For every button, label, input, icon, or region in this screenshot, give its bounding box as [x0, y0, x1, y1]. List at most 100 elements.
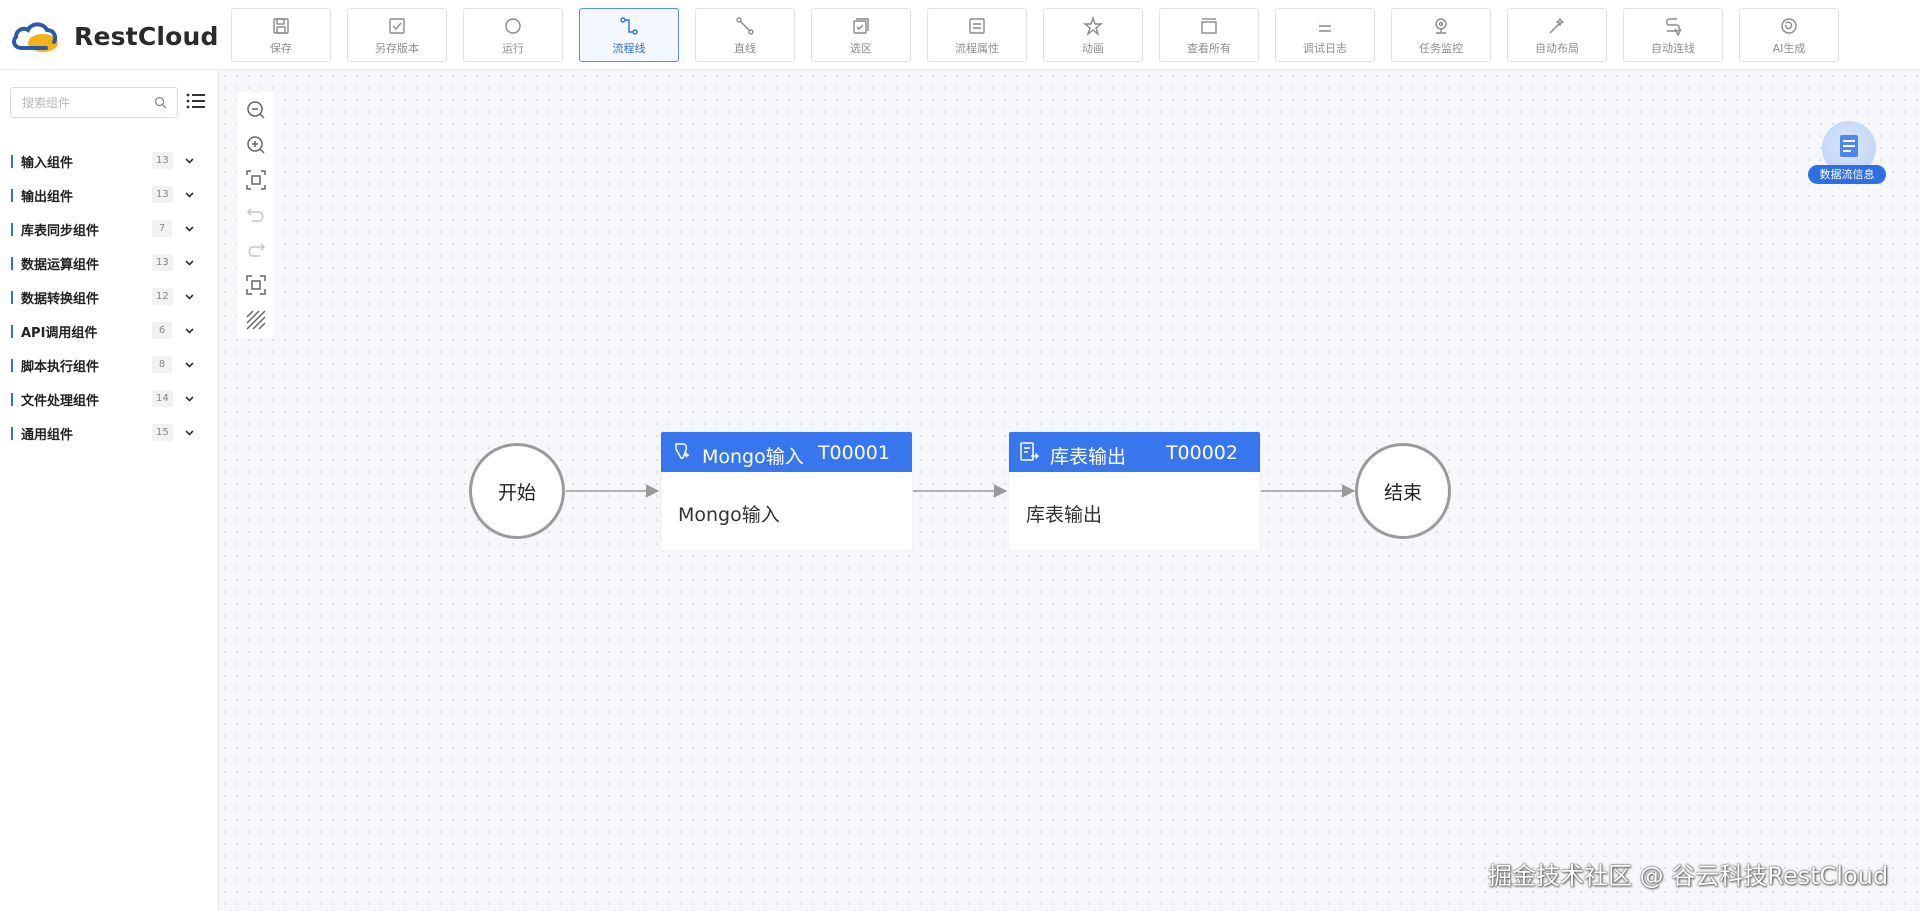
node-code: T00002: [1165, 442, 1238, 464]
component-search-box[interactable]: [10, 87, 178, 118]
node-table-output[interactable]: 库表输出 T00002 库表输出: [1009, 432, 1260, 550]
node-title: 库表输出: [1050, 446, 1127, 468]
flow-info-label: 数据流信息: [1808, 165, 1886, 184]
category-label: API调用组件: [21, 326, 98, 341]
component-sidebar: 输入组件 13 输出组件 13 库表同步组件 7 数据运算组件 13 数据转换组件 12 API调用…: [0, 70, 219, 911]
category-count-badge: 7: [152, 220, 172, 237]
chevron-down-icon[interactable]: [184, 393, 195, 404]
category-marker: [11, 393, 13, 406]
node-mongo-input[interactable]: Mongo输入 T00001 Mongo输入: [661, 432, 912, 550]
undo-icon[interactable]: [245, 204, 267, 226]
category-count-badge: 13: [152, 152, 173, 169]
watermark: 掘金技术社区 @ 谷云科技RestCloud: [1488, 862, 1889, 890]
category-label: 通用组件: [21, 428, 74, 443]
toolbar-button[interactable]: 流程属性: [927, 8, 1027, 62]
category-label: 文件处理组件: [21, 394, 100, 409]
toolbar-button-label: 任务监控: [1419, 41, 1463, 55]
category-label: 输入组件: [21, 156, 74, 171]
category-count-badge: 15: [152, 424, 173, 441]
grid-toggle-icon[interactable]: [245, 309, 267, 331]
ai-generate-icon: [1778, 15, 1800, 37]
end-node[interactable]: 结束: [1355, 443, 1451, 539]
category-count-badge: 13: [152, 254, 173, 271]
toolbar-button[interactable]: AI生成: [1739, 8, 1839, 62]
component-category[interactable]: 脚本执行组件 8: [0, 348, 219, 382]
end-node-label: 结束: [1383, 481, 1422, 504]
toolbar-button-label: 运行: [502, 41, 524, 55]
toolbar-button[interactable]: 选区: [811, 8, 911, 62]
component-category[interactable]: 数据运算组件 13: [0, 246, 219, 280]
toolbar-button-label: 动画: [1082, 41, 1104, 55]
fit-view-icon[interactable]: [245, 169, 267, 191]
category-marker: [11, 257, 13, 270]
component-category[interactable]: 输入组件 13: [0, 144, 219, 178]
save-version-icon: [386, 15, 408, 37]
toolbar-button[interactable]: 运行: [463, 8, 563, 62]
flow-info-button[interactable]: 数据流信息: [1808, 118, 1888, 190]
toolbar-button-label: 自动连线: [1651, 41, 1695, 55]
canvas-zoom-toolbar: [237, 92, 274, 338]
fullscreen-icon[interactable]: [245, 274, 267, 296]
category-count-badge: 14: [152, 390, 173, 407]
chevron-down-icon[interactable]: [184, 155, 195, 166]
toolbar-button-label: 保存: [270, 41, 292, 55]
chevron-down-icon[interactable]: [184, 189, 195, 200]
toolbar-button[interactable]: 保存: [231, 8, 331, 62]
search-icon[interactable]: [154, 96, 167, 109]
component-category[interactable]: 文件处理组件 14: [0, 382, 219, 416]
component-category[interactable]: 通用组件 15: [0, 416, 219, 450]
toolbar-button[interactable]: 流程线: [579, 8, 679, 62]
toolbar-button[interactable]: 动画: [1043, 8, 1143, 62]
node-title: Mongo输入: [702, 446, 804, 468]
category-marker: [11, 359, 13, 372]
category-label: 库表同步组件: [21, 224, 100, 239]
zoom-out-icon[interactable]: [245, 99, 267, 121]
toolbar-button[interactable]: 另存版本: [347, 8, 447, 62]
toolbar-button[interactable]: 自动布局: [1507, 8, 1607, 62]
toolbar-button-label: 查看所有: [1187, 41, 1231, 55]
chevron-down-icon[interactable]: [184, 257, 195, 268]
toolbar-button-label: 调试日志: [1303, 41, 1347, 55]
start-node-label: 开始: [497, 481, 536, 504]
list-view-icon[interactable]: [186, 92, 206, 110]
chevron-down-icon[interactable]: [184, 325, 195, 336]
node-header: 库表输出 T00002: [1009, 432, 1260, 472]
category-label: 脚本执行组件: [21, 360, 100, 375]
chevron-down-icon[interactable]: [184, 359, 195, 370]
category-count-badge: 8: [152, 356, 172, 373]
toolbar-button[interactable]: 自动连线: [1623, 8, 1723, 62]
view-all-icon: [1198, 15, 1220, 37]
component-category[interactable]: 库表同步组件 7: [0, 212, 219, 246]
animation-icon: [1082, 15, 1104, 37]
table-output-icon: [1020, 442, 1040, 461]
node-code: T00001: [817, 442, 890, 464]
chevron-down-icon[interactable]: [184, 291, 195, 302]
toolbar-button-label: 选区: [850, 41, 872, 55]
toolbar-button[interactable]: 任务监控: [1391, 8, 1491, 62]
save-icon: [270, 15, 292, 37]
component-category[interactable]: 数据转换组件 12: [0, 280, 219, 314]
chevron-down-icon[interactable]: [184, 427, 195, 438]
category-label: 数据转换组件: [21, 292, 100, 307]
toolbar-button[interactable]: 查看所有: [1159, 8, 1259, 62]
category-marker: [11, 189, 13, 202]
chevron-down-icon[interactable]: [184, 223, 195, 234]
toolbar-button[interactable]: 直线: [695, 8, 795, 62]
component-search-input[interactable]: [11, 88, 151, 117]
zoom-in-icon[interactable]: [245, 134, 267, 156]
category-marker: [11, 325, 13, 338]
toolbar-button-label: 自动布局: [1535, 41, 1579, 55]
start-node[interactable]: 开始: [469, 443, 565, 539]
toolbar-button-label: 另存版本: [375, 41, 419, 55]
top-toolbar: RestCloud 保存 另存版本 运行 流程线 直线 选区 流程属性 动画 查看所有 调试日志 任…: [0, 0, 1920, 70]
toolbar-button[interactable]: 调试日志: [1275, 8, 1375, 62]
category-marker: [11, 427, 13, 440]
toolbar-button-label: AI生成: [1772, 41, 1806, 55]
node-body: Mongo输入: [678, 504, 780, 526]
category-label: 数据运算组件: [21, 258, 100, 273]
component-category[interactable]: 输出组件 13: [0, 178, 219, 212]
debug-log-icon: [1314, 15, 1336, 37]
toolbar-button-label: 直线: [734, 41, 756, 55]
component-category[interactable]: API调用组件 6: [0, 314, 219, 348]
redo-icon[interactable]: [245, 239, 267, 261]
